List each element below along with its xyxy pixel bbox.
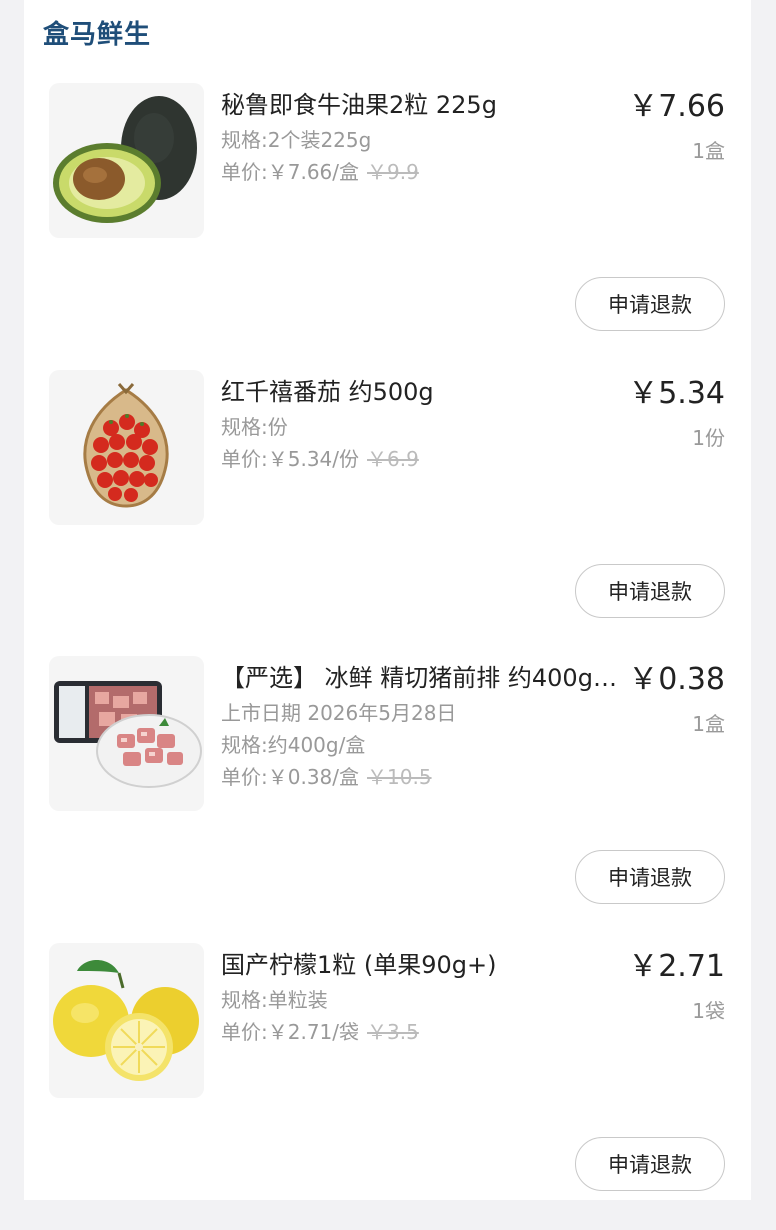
lemon-icon: [53, 960, 199, 1081]
item-price: ￥5.34: [628, 376, 725, 411]
product-spec: 规格:约400g/盒: [221, 733, 366, 757]
refund-button[interactable]: 申请退款: [575, 277, 725, 331]
product-name[interactable]: 国产柠檬1粒 (单果90g+): [221, 949, 626, 981]
refund-button[interactable]: 申请退款: [575, 564, 725, 618]
refund-button[interactable]: 申请退款: [575, 1137, 725, 1191]
original-price: ￥10.5: [367, 765, 432, 789]
item-price: ￥2.71: [628, 949, 725, 984]
order-item: 国产柠檬1粒 (单果90g+) 规格:单粒装 单价:￥2.71/袋 ￥3.5 ￥2…: [24, 943, 751, 1230]
unit-price-row: 单价:￥7.66/盒 ￥9.9: [221, 157, 621, 187]
refund-button[interactable]: 申请退款: [575, 850, 725, 904]
store-name: 盒马鲜生: [43, 20, 152, 50]
product-image[interactable]: [49, 656, 204, 811]
product-image[interactable]: [49, 83, 204, 238]
listing-date: 上市日期 2026年5月28日: [221, 701, 457, 725]
order-card: 盒马鲜生 秘鲁即食牛油果2粒 225g 规格:2个装225g 单价:￥7.66/…: [24, 0, 751, 1200]
unit-price: 单价:￥5.34/份: [221, 447, 360, 471]
item-price: ￥7.66: [628, 89, 725, 124]
unit-price-row: 单价:￥2.71/袋 ￥3.5: [221, 1017, 621, 1047]
cherry-tomato-icon: [83, 383, 169, 508]
original-price: ￥3.5: [367, 1020, 419, 1044]
unit-price: 单价:￥7.66/盒: [221, 160, 360, 184]
unit-price-row: 单价:￥5.34/份 ￥6.9: [221, 444, 621, 474]
original-price: ￥9.9: [367, 160, 419, 184]
item-price: ￥0.38: [628, 662, 725, 697]
product-image[interactable]: [49, 943, 204, 1098]
product-name[interactable]: 秘鲁即食牛油果2粒 225g: [221, 89, 626, 121]
order-item: 秘鲁即食牛油果2粒 225g 规格:2个装225g 单价:￥7.66/盒 ￥9.9…: [24, 83, 751, 370]
order-item: 红千禧番茄 约500g 规格:份 单价:￥5.34/份 ￥6.9 ￥5.34 1份…: [24, 370, 751, 657]
original-price: ￥6.9: [367, 447, 419, 471]
item-quantity: 1袋: [692, 999, 725, 1023]
product-name[interactable]: 【严选】 冰鲜 精切猪前排 约400g(…: [221, 662, 626, 694]
pork-ribs-icon: [54, 681, 202, 788]
unit-price-row: 单价:￥0.38/盒 ￥10.5: [221, 762, 621, 792]
unit-price: 单价:￥2.71/袋: [221, 1020, 360, 1044]
product-name[interactable]: 红千禧番茄 约500g: [221, 376, 626, 408]
product-spec: 规格:份: [221, 415, 288, 439]
avocado-icon: [53, 96, 197, 223]
item-quantity: 1盒: [692, 139, 725, 163]
item-quantity: 1份: [692, 426, 725, 450]
product-spec: 规格:单粒装: [221, 988, 328, 1012]
order-item: 【严选】 冰鲜 精切猪前排 约400g(… 上市日期 2026年5月28日 规格…: [24, 656, 751, 943]
product-image[interactable]: [49, 370, 204, 525]
unit-price: 单价:￥0.38/盒: [221, 765, 360, 789]
item-quantity: 1盒: [692, 712, 725, 736]
product-spec: 规格:2个装225g: [221, 128, 372, 152]
